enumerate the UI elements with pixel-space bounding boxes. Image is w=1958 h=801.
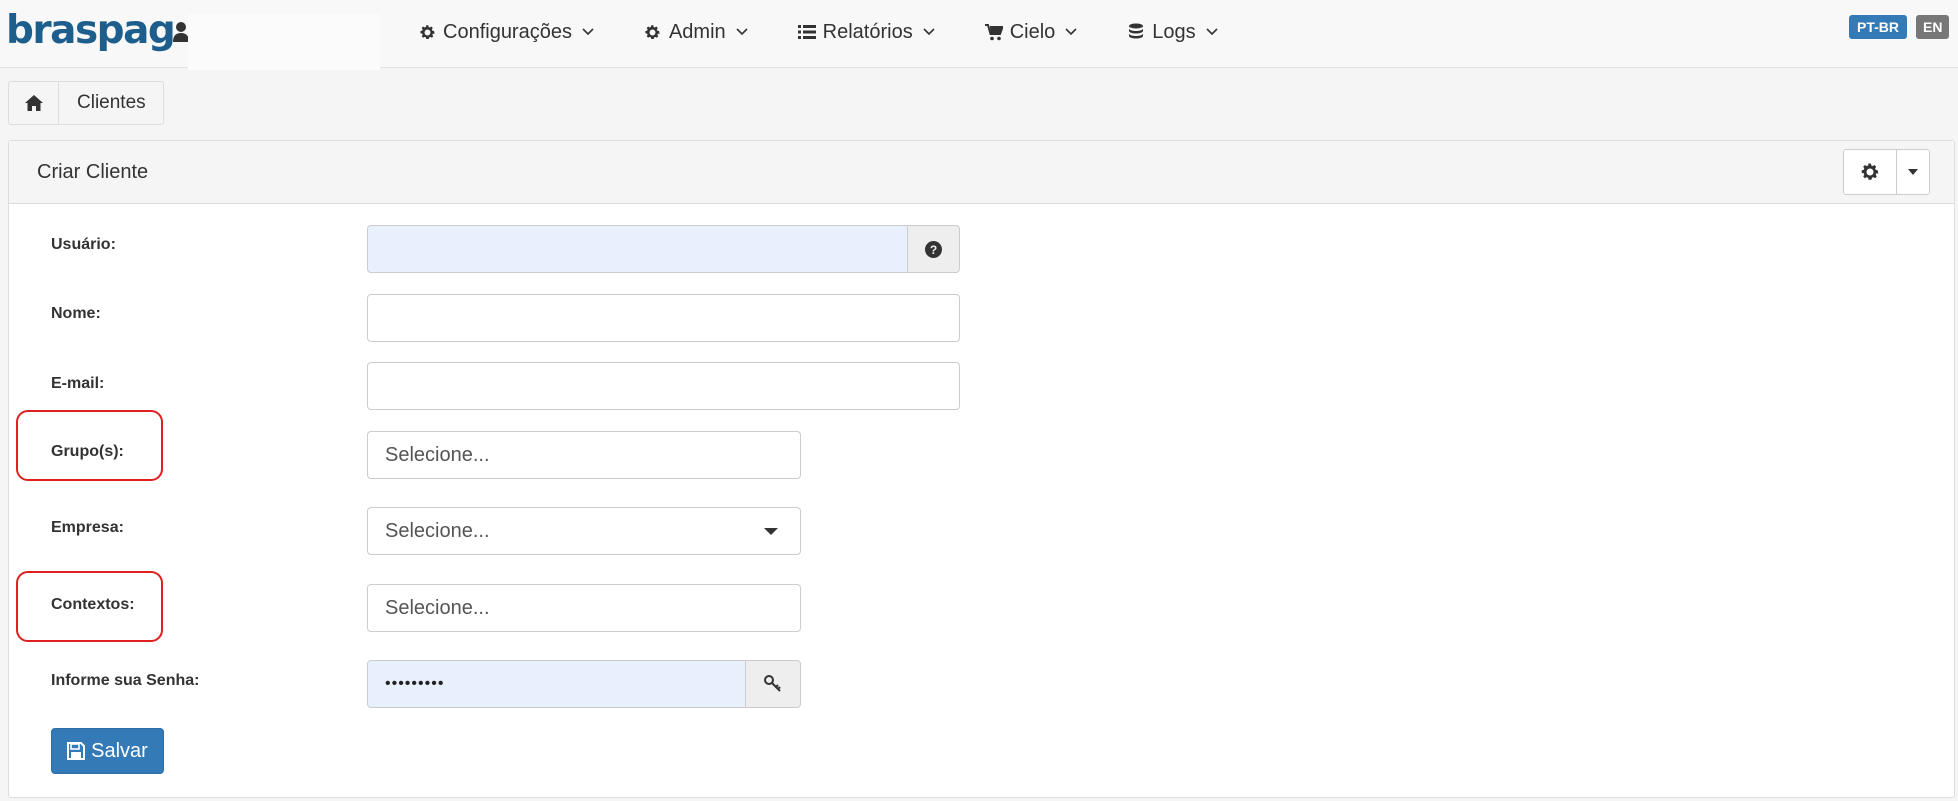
empresa-select-value: Selecione...: [385, 520, 490, 542]
menu-cielo[interactable]: Cielo: [984, 20, 1078, 44]
panel-heading: Criar Cliente: [9, 141, 1954, 204]
nome-field[interactable]: [367, 294, 960, 342]
contextos-select[interactable]: Selecione...: [367, 584, 801, 632]
menu-configuracoes-label: Configurações: [443, 20, 572, 43]
generate-password-button[interactable]: [745, 660, 801, 708]
svg-text:?: ?: [930, 243, 937, 257]
grupos-select[interactable]: Selecione...: [367, 431, 801, 479]
menu-cielo-label: Cielo: [1009, 20, 1056, 43]
caret-down-icon: [764, 528, 778, 535]
usuario-label: Usuário:: [51, 236, 116, 253]
gear-icon: [644, 23, 662, 41]
chevron-down-icon: [923, 28, 935, 36]
create-client-panel: Criar Cliente: [8, 140, 1955, 798]
question-circle-icon: ?: [925, 240, 942, 258]
save-button[interactable]: Salvar: [51, 728, 164, 774]
menu-admin-label: Admin: [668, 20, 726, 43]
chevron-down-icon: [736, 28, 748, 36]
menu-logs-label: Logs: [1152, 20, 1196, 43]
gear-icon: [418, 23, 436, 41]
database-icon: [1127, 23, 1145, 41]
save-button-label: Salvar: [91, 739, 148, 762]
main-menu: Configurações Admin Relatórios Cielo Log…: [418, 0, 1268, 64]
usuario-help-button[interactable]: ?: [907, 225, 960, 273]
nome-label: Nome:: [51, 305, 101, 322]
senha-field[interactable]: •••••••••: [367, 660, 746, 708]
top-navbar: braspag Configurações Admin Relatórios C…: [0, 0, 1958, 70]
key-icon: [764, 675, 781, 692]
page-title: Criar Cliente: [37, 161, 149, 183]
usuario-field[interactable]: [367, 225, 908, 273]
menu-relatorios-label: Relatórios: [822, 20, 913, 43]
empresa-select[interactable]: Selecione...: [367, 507, 801, 555]
settings-button[interactable]: [1843, 149, 1897, 195]
breadcrumb: Clientes: [8, 81, 164, 125]
braspag-logo[interactable]: braspag: [6, 8, 176, 53]
settings-dropdown-toggle[interactable]: [1896, 149, 1930, 195]
grupos-label: Grupo(s):: [51, 443, 124, 460]
menu-configuracoes[interactable]: Configurações: [418, 21, 594, 44]
menu-logs[interactable]: Logs: [1127, 20, 1218, 44]
breadcrumb-clientes[interactable]: Clientes: [59, 82, 163, 124]
gear-icon: [1861, 163, 1879, 180]
chevron-down-icon: [582, 28, 594, 36]
list-icon: [797, 23, 816, 41]
cart-icon: [984, 23, 1003, 41]
floppy-icon: [67, 742, 86, 760]
chevron-down-icon: [1206, 28, 1218, 36]
caret-down-icon: [1908, 169, 1918, 175]
chevron-down-icon: [1065, 28, 1077, 36]
senha-label: Informe sua Senha:: [51, 672, 200, 689]
email-field[interactable]: [367, 362, 960, 410]
menu-relatorios[interactable]: Relatórios: [797, 20, 935, 44]
email-label: E-mail:: [51, 375, 105, 392]
language-pt-br[interactable]: PT-BR: [1849, 15, 1907, 39]
contextos-label: Contextos:: [51, 596, 135, 613]
language-en[interactable]: EN: [1916, 15, 1950, 39]
empresa-label: Empresa:: [51, 519, 124, 536]
home-icon[interactable]: [9, 82, 59, 124]
username-area[interactable]: [188, 14, 380, 70]
menu-admin[interactable]: Admin: [644, 21, 748, 44]
